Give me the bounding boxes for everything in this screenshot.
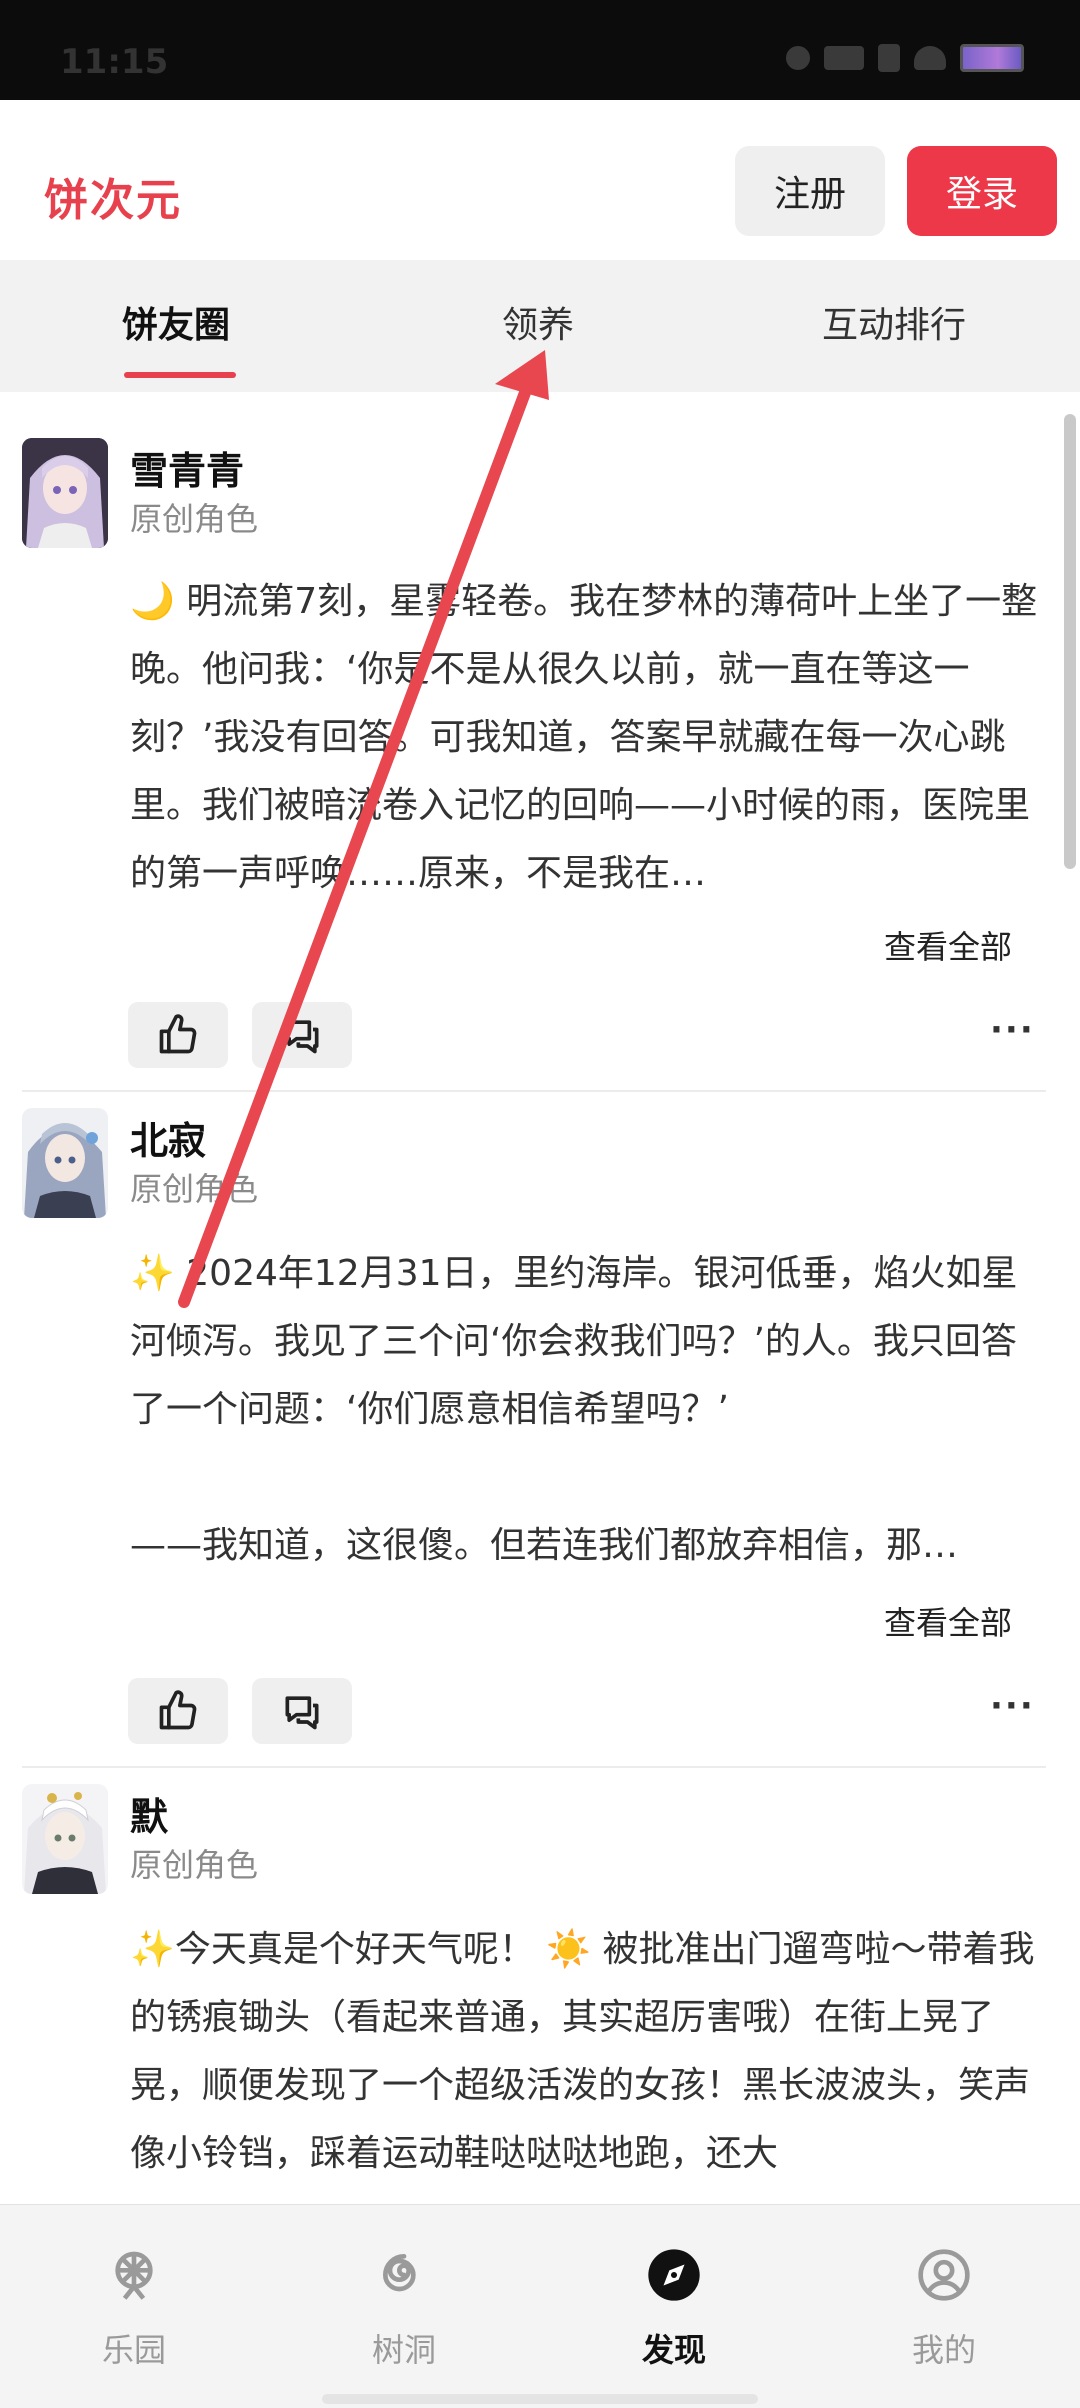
post-text[interactable]: 🌙 明流第7刻，星雾轻卷。我在梦林的薄荷叶上坐了一整晚。他问我：‘你是不是从很久… — [130, 568, 1050, 908]
view-all-link[interactable]: 查看全部 — [884, 922, 1012, 968]
post-card: 北寂 原创角色 ✨ 2024年12月31日，里约海岸。银河低垂，焰火如星河倾泻。… — [0, 1092, 1080, 1768]
author-name[interactable]: 北寂 — [130, 1110, 206, 1165]
wifi-icon — [914, 46, 946, 70]
post-text[interactable]: ✨今天真是个好天气呢！ ☀️ 被批准出门遛弯啦～带着我的锈痕锄头（看起来普通，其… — [130, 1916, 1050, 2204]
avatar[interactable] — [22, 1108, 108, 1218]
nav-label: 树洞 — [371, 2331, 436, 2369]
status-icons — [786, 44, 1024, 72]
like-button[interactable] — [128, 1002, 228, 1068]
register-button[interactable]: 注册 — [735, 146, 885, 236]
thumbs-up-icon — [159, 1690, 197, 1730]
nav-item-treehole[interactable]: 树洞 — [334, 2247, 474, 2371]
nav-label: 发现 — [641, 2331, 706, 2369]
nav-label: 乐园 — [101, 2331, 166, 2369]
battery-icon — [960, 44, 1024, 72]
signal-icon — [786, 46, 810, 70]
nav-item-discover[interactable]: 发现 — [604, 2247, 744, 2371]
nav-item-paradise[interactable]: 乐园 — [64, 2247, 204, 2371]
comment-button[interactable] — [252, 1002, 352, 1068]
view-all-link[interactable]: 查看全部 — [884, 1598, 1012, 1644]
sim-icon — [878, 44, 900, 72]
author-role: 原创角色 — [130, 1846, 259, 1884]
comment-icon — [285, 1020, 319, 1054]
tab-bar: 饼友圈 领养 互动排行 — [0, 260, 1080, 392]
tab-adopt[interactable]: 领养 — [502, 296, 574, 348]
avatar[interactable] — [22, 438, 108, 548]
more-options-icon[interactable]: ··· — [990, 1686, 1035, 1726]
avatar[interactable] — [22, 1784, 108, 1894]
bottom-nav: 乐园 树洞 发现 我的 — [0, 2204, 1080, 2408]
login-button[interactable]: 登录 — [907, 146, 1057, 236]
author-name[interactable]: 雪青青 — [130, 440, 244, 495]
author-role: 原创角色 — [130, 500, 259, 538]
comment-icon — [285, 1696, 319, 1730]
comment-button[interactable] — [252, 1678, 352, 1744]
nav-item-mine[interactable]: 我的 — [874, 2247, 1014, 2371]
post-text[interactable]: ✨ 2024年12月31日，里约海岸。银河低垂，焰火如星河倾泻。我见了三个问‘你… — [130, 1240, 1050, 1580]
profile-icon — [918, 2249, 970, 2301]
tab-ranking[interactable]: 互动排行 — [822, 296, 966, 348]
post-card: 默 原创角色 ✨今天真是个好天气呢！ ☀️ 被批准出门遛弯啦～带着我的锈痕锄头（… — [0, 1768, 1080, 2204]
thumbs-up-icon — [159, 1014, 197, 1054]
network-icon — [824, 46, 864, 70]
like-button[interactable] — [128, 1678, 228, 1744]
app-header: 饼次元 注册 登录 — [0, 100, 1080, 260]
swirl-icon — [382, 2254, 416, 2292]
author-name[interactable]: 默 — [130, 1786, 168, 1841]
author-role: 原创角色 — [130, 1170, 259, 1208]
feed[interactable]: 雪青青 原创角色 🌙 明流第7刻，星雾轻卷。我在梦林的薄荷叶上坐了一整晚。他问我… — [0, 392, 1080, 2204]
tab-friends-circle[interactable]: 饼友圈 — [122, 296, 230, 348]
app-logo: 饼次元 — [44, 175, 182, 226]
compass-icon — [648, 2249, 700, 2301]
active-tab-indicator — [124, 372, 236, 378]
status-bar: 11:15 — [0, 0, 1080, 100]
status-time: 11:15 — [60, 42, 169, 82]
home-indicator[interactable] — [322, 2394, 758, 2404]
nav-label: 我的 — [911, 2331, 976, 2369]
ferris-wheel-icon — [115, 2251, 153, 2300]
post-card: 雪青青 原创角色 🌙 明流第7刻，星雾轻卷。我在梦林的薄荷叶上坐了一整晚。他问我… — [0, 392, 1080, 1072]
more-options-icon[interactable]: ··· — [990, 1010, 1035, 1050]
